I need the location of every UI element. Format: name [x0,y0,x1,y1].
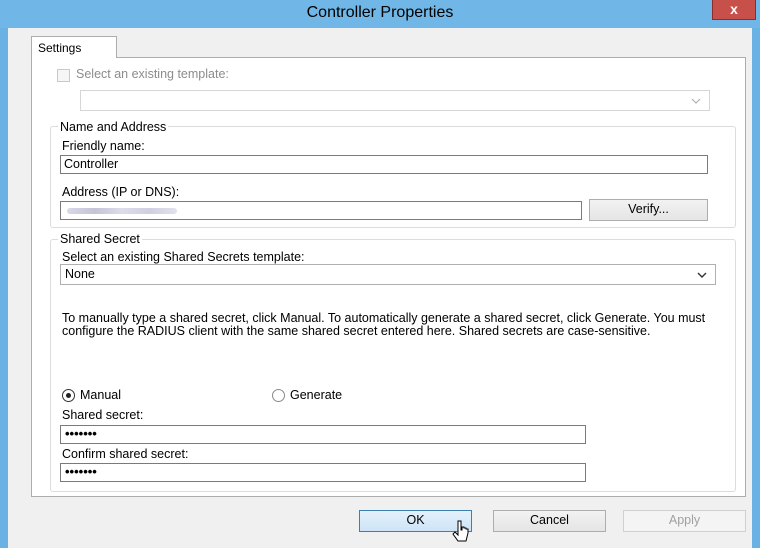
redacted-address [67,208,177,214]
cancel-button[interactable]: Cancel [493,510,606,532]
close-icon: x [730,1,738,17]
manual-radio[interactable] [62,389,75,402]
shared-secret-value: ••••••• [65,426,97,441]
chevron-down-icon [697,272,707,278]
mouse-pointer-icon [452,520,469,542]
radio-selected-dot [66,393,71,398]
secrets-template-label: Select an existing Shared Secrets templa… [62,250,305,264]
existing-template-label: Select an existing template: [76,67,229,81]
title-bar[interactable]: Controller Properties x [0,0,760,28]
tab-settings[interactable]: Settings [31,36,117,58]
verify-button[interactable]: Verify... [589,199,708,221]
existing-template-select[interactable] [80,90,710,111]
generate-radio-label[interactable]: Generate [290,388,342,402]
dialog-window: Controller Properties x Settings Select … [0,0,760,548]
name-address-group-title: Name and Address [58,120,169,134]
apply-button[interactable]: Apply [623,510,746,532]
manual-radio-label[interactable]: Manual [80,388,121,402]
shared-secret-label: Shared secret: [62,408,144,422]
address-label: Address (IP or DNS): [62,185,180,199]
shared-secret-group-title: Shared Secret [58,232,142,246]
address-input[interactable] [60,201,582,220]
confirm-secret-value: ••••••• [65,464,97,479]
shared-secret-input[interactable]: ••••••• [60,425,586,444]
window-frame-right [752,28,760,548]
shared-secret-description: To manually type a shared secret, click … [62,311,706,338]
close-button[interactable]: x [712,0,756,20]
friendly-name-input[interactable]: Controller [60,155,708,174]
chevron-down-icon [691,98,701,104]
window-title: Controller Properties [306,4,454,21]
existing-template-checkbox[interactable] [57,69,70,82]
confirm-secret-label: Confirm shared secret: [62,447,189,461]
confirm-secret-input[interactable]: ••••••• [60,463,586,482]
window-frame-left [0,28,8,548]
secrets-template-value: None [65,267,95,281]
secrets-template-select[interactable]: None [60,264,716,285]
friendly-name-label: Friendly name: [62,139,145,153]
generate-radio[interactable] [272,389,285,402]
